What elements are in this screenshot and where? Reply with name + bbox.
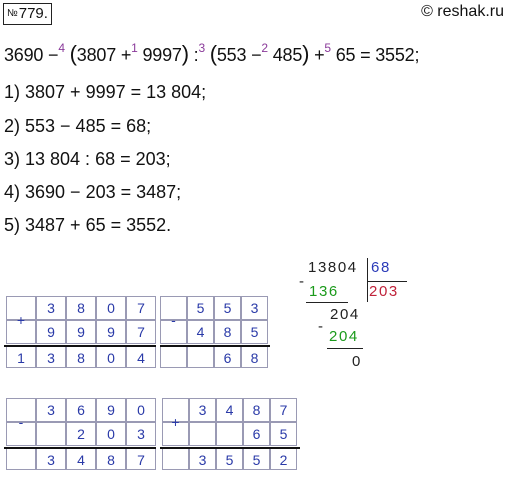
step-line: 5) 3487 + 65 = 3552. [4, 215, 172, 235]
expr-part: 9997 [137, 45, 182, 65]
division-bar-vertical [367, 258, 368, 302]
digit-cell: 0 [126, 398, 156, 422]
expr-part: 3807 + [76, 45, 132, 65]
plus-sign: + [16, 312, 26, 328]
result-cell: 3 [189, 448, 216, 470]
task-number: №779. [3, 3, 52, 25]
step-line: 1) 3807 + 9997 = 13 804; [4, 82, 207, 102]
digit-cell: 0 [96, 296, 126, 320]
remainder-1: 204 [330, 306, 360, 323]
digit-cell [189, 422, 216, 446]
result-cell: 0 [96, 346, 126, 368]
expr-part: 3690 − [4, 45, 59, 65]
main-expression: 3690 −4 (3807 +1 9997) :3 (553 −2 485) +… [4, 40, 419, 71]
digit-cell: 3 [126, 422, 156, 446]
digit-cell: 9 [96, 398, 126, 422]
digit-cell: 9 [66, 320, 96, 344]
difference-line [4, 447, 156, 449]
digit-cell: 2 [66, 422, 96, 446]
minus-sign: - [171, 312, 176, 328]
result-cell [6, 448, 36, 470]
result-cell: 4 [126, 346, 156, 368]
digit-cell: 5 [270, 422, 297, 446]
order-mark: 5 [324, 41, 331, 55]
result-cell [187, 346, 214, 368]
digit-cell: 3 [189, 398, 216, 422]
result-cell: 8 [241, 346, 268, 368]
digit-cell: 8 [66, 296, 96, 320]
result-cell: 8 [96, 448, 126, 470]
minus-sign: - [318, 318, 323, 335]
expr-part: + [309, 45, 325, 65]
step-line: 4) 3690 − 203 = 3487; [4, 182, 182, 202]
result-cell: 3 [36, 346, 66, 368]
division-bar-horizontal [367, 281, 407, 282]
minus-sign: - [299, 273, 304, 290]
digit-cell: 5 [241, 320, 268, 344]
result-cell: 5 [243, 448, 270, 470]
dividend: 13804 [308, 259, 358, 276]
order-mark: 4 [58, 41, 65, 55]
result-cell: 6 [214, 346, 241, 368]
digit-cell: 5 [214, 296, 241, 320]
step-line: 2) 553 − 485 = 68; [4, 116, 152, 136]
digit-cell: 8 [243, 398, 270, 422]
digit-cell: 3 [36, 296, 66, 320]
task-number-value: 779. [18, 5, 48, 22]
digit-cell: 7 [270, 398, 297, 422]
digit-cell: 8 [214, 320, 241, 344]
expr-part: 65 = 3552; [330, 45, 420, 65]
result-cell: 7 [126, 448, 156, 470]
digit-cell: 0 [96, 422, 126, 446]
result-cell: 1 [6, 346, 36, 368]
digit-cell: 9 [36, 320, 66, 344]
order-mark: 3 [198, 41, 205, 55]
sum-line [160, 447, 300, 449]
paren: ( [209, 41, 217, 66]
digit-cell [216, 422, 243, 446]
result-cell: 5 [216, 448, 243, 470]
final-remainder: 0 [352, 353, 361, 370]
quotient: 203 [369, 283, 399, 300]
paren: ) [181, 41, 189, 66]
result-cell: 3 [36, 448, 66, 470]
result-cell [160, 346, 187, 368]
digit-cell: 9 [96, 320, 126, 344]
subtrahend-2: 204 [329, 328, 359, 345]
minus-sign: - [18, 414, 24, 430]
digit-cell [36, 422, 66, 446]
subtrahend-1: 136 [309, 283, 339, 300]
copyright: © reshak.ru [421, 3, 504, 20]
expr-part: : [188, 45, 199, 65]
digit-cell: 6 [66, 398, 96, 422]
order-mark: 2 [261, 41, 268, 55]
division-line-2 [327, 348, 363, 349]
digit-cell: 4 [216, 398, 243, 422]
expr-part: 553 − [216, 45, 262, 65]
divisor: 68 [371, 259, 391, 276]
result-cell: 4 [66, 448, 96, 470]
division-line-1 [306, 302, 348, 303]
difference-line [160, 345, 270, 347]
expr-part: 485 [267, 45, 303, 65]
order-mark: 1 [131, 41, 138, 55]
digit-cell: 7 [126, 320, 156, 344]
digit-cell: 3 [241, 296, 268, 320]
result-cell: 2 [270, 448, 297, 470]
result-cell [162, 448, 189, 470]
paren: ( [69, 41, 77, 66]
number-sign: № [7, 8, 18, 19]
digit-cell: 5 [187, 296, 214, 320]
plus-sign: + [171, 414, 180, 430]
digit-cell: 3 [36, 398, 66, 422]
step-line: 3) 13 804 : 68 = 203; [4, 149, 171, 169]
digit-cell: 7 [126, 296, 156, 320]
sum-line [4, 345, 156, 347]
digit-cell: 4 [187, 320, 214, 344]
result-cell: 8 [66, 346, 96, 368]
digit-cell: 6 [243, 422, 270, 446]
